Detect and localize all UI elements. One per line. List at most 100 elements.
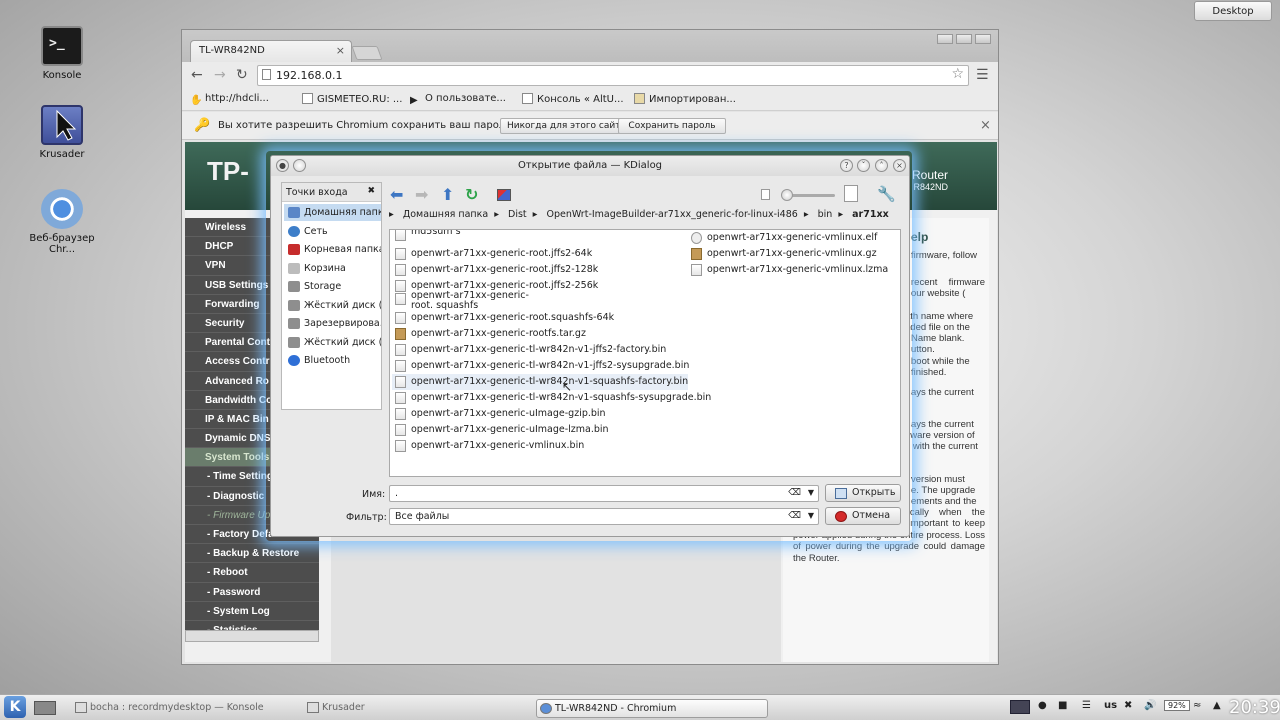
router-menu-item[interactable]: - Reboot xyxy=(185,563,319,583)
dialog-titlebar[interactable]: ● Открытие файла — KDialog ? ˇ ˄ × xyxy=(271,156,909,176)
clock[interactable]: 20:39 xyxy=(1229,697,1280,718)
clear-text-icon[interactable]: ⌫ xyxy=(788,488,801,498)
file-item[interactable]: openwrt-ar71xx-generic-root.jffs2-128k xyxy=(392,262,598,278)
file-item[interactable]: openwrt-ar71xx-generic-root. squashfs xyxy=(392,291,542,311)
never-for-site-button[interactable]: Никогда для этого сайта xyxy=(500,118,633,134)
task-krusader[interactable]: Krusader xyxy=(304,699,371,718)
breadcrumb-item[interactable]: bin xyxy=(818,209,833,220)
breadcrumb-item-current[interactable]: ar71xx xyxy=(852,209,889,220)
battery-indicator[interactable]: 92% xyxy=(1164,700,1190,711)
home-folder-icon xyxy=(288,207,300,218)
router-menu-item[interactable]: - Password xyxy=(185,583,319,602)
kde-menu-icon[interactable]: K xyxy=(4,696,26,718)
file-item[interactable]: openwrt-ar71xx-generic-tl-wr842n-v1-jffs… xyxy=(392,358,689,374)
zoom-slider-handle[interactable] xyxy=(781,189,793,201)
router-menu-item[interactable]: - System Log xyxy=(185,602,319,621)
tab-close-icon[interactable]: × xyxy=(336,44,345,57)
places-close-icon[interactable]: ✖ xyxy=(367,186,375,196)
place-item[interactable]: Домашняя папка xyxy=(284,204,381,221)
notifications-icon[interactable]: ● xyxy=(1038,700,1047,711)
options-wrench-icon[interactable]: 🔧 xyxy=(877,185,896,203)
screen-icon[interactable] xyxy=(1010,700,1030,714)
address-bar[interactable]: 192.168.0.1 ☆ xyxy=(257,65,969,86)
file-item[interactable]: openwrt-ar71xx-generic-tl-wr842n-v1-squa… xyxy=(392,374,689,390)
bookmark-item[interactable]: ✋ http://hdcli... xyxy=(190,93,269,106)
back-icon[interactable]: ⬅ xyxy=(390,185,403,204)
show-desktop-icon[interactable] xyxy=(34,701,56,715)
menu-icon[interactable]: ☰ xyxy=(976,67,989,83)
minimize-button[interactable] xyxy=(937,34,953,44)
maximize-button[interactable] xyxy=(956,34,972,44)
file-item[interactable]: openwrt-ar71xx-generic-uImage-gzip.bin xyxy=(392,406,606,422)
filter-select[interactable]: Все файлы ⌫ ▼ xyxy=(389,508,819,525)
filename-input[interactable]: . ⌫ ▼ xyxy=(389,485,819,502)
cancel-button[interactable]: Отмена xyxy=(825,507,901,525)
file-item[interactable]: openwrt-ar71xx-generic-vmlinux.bin xyxy=(392,438,584,454)
file-item[interactable]: openwrt-ar71xx-generic-rootfs.tar.gz xyxy=(392,326,586,342)
audio-icon[interactable]: ■ xyxy=(1058,700,1067,711)
desktop-icon-konsole[interactable]: >_ Konsole xyxy=(17,26,107,81)
bookmark-item[interactable]: GISMETEO.RU: ... xyxy=(302,93,402,105)
infobar-close-icon[interactable]: × xyxy=(980,118,991,133)
place-item[interactable]: Корневая папка xyxy=(284,241,381,258)
desktop-icon-chromium[interactable]: Веб-браузер Chr... xyxy=(17,189,107,255)
open-button[interactable]: Открыть xyxy=(825,484,901,502)
place-item[interactable]: Корзина xyxy=(284,260,381,277)
file-item[interactable]: openwrt-ar71xx-generic-tl-wr842n-v1-jffs… xyxy=(392,342,666,358)
file-item[interactable]: openwrt-ar71xx-generic-vmlinux.gz xyxy=(688,246,877,262)
file-item[interactable]: openwrt-ar71xx-generic-root.jffs2-64k xyxy=(392,246,592,262)
volume-icon[interactable]: 🔊 xyxy=(1144,700,1156,711)
minimize-icon[interactable]: ˇ xyxy=(857,159,870,172)
desktop-button[interactable]: Desktop xyxy=(1194,1,1272,21)
close-window-button[interactable] xyxy=(975,34,991,44)
back-icon[interactable]: ← xyxy=(191,67,203,83)
place-item[interactable]: Сеть xyxy=(284,223,381,240)
place-item[interactable]: Storage xyxy=(284,278,381,295)
file-item[interactable]: openwrt-ar71xx-generic-uImage-lzma.bin xyxy=(392,422,609,438)
breadcrumb-item[interactable]: OpenWrt-ImageBuilder-ar71xx_generic-for-… xyxy=(546,209,797,220)
reload-icon[interactable]: ↻ xyxy=(465,185,478,204)
task-konsole[interactable]: bocha : recordmydesktop — Konsole xyxy=(72,699,270,718)
file-item[interactable]: openwrt-ar71xx-generic-tl-wr842n-v1-squa… xyxy=(392,390,711,406)
task-chromium[interactable]: TL-WR842ND - Chromium xyxy=(536,699,768,718)
forward-icon[interactable]: → xyxy=(214,67,226,83)
bookmark-item[interactable]: Консоль « AltU... xyxy=(522,93,624,105)
browser-tab[interactable]: TL-WR842ND × xyxy=(190,40,352,62)
breadcrumb-item[interactable]: Dist xyxy=(508,209,527,220)
menu-horizontal-scrollbar[interactable] xyxy=(185,630,319,642)
wifi-icon[interactable]: ≈ xyxy=(1193,700,1201,711)
breadcrumb-item[interactable]: Домашняя папка xyxy=(403,209,488,220)
save-password-button[interactable]: Сохранить пароль xyxy=(618,118,726,134)
up-icon[interactable]: ⬆ xyxy=(441,185,454,204)
place-item[interactable]: Жёсткий диск (... xyxy=(284,297,381,314)
forward-icon[interactable]: ➡ xyxy=(415,185,428,204)
file-item[interactable]: openwrt-ar71xx-generic-vmlinux.elf xyxy=(688,230,877,246)
close-icon[interactable]: × xyxy=(893,159,906,172)
keyboard-layout[interactable]: us xyxy=(1104,700,1117,711)
network-status-icon[interactable]: ✖ xyxy=(1124,700,1132,711)
clear-text-icon[interactable]: ⌫ xyxy=(788,511,801,521)
preview-icon[interactable] xyxy=(497,189,511,201)
chevron-down-icon[interactable]: ▼ xyxy=(808,511,814,520)
place-item[interactable]: Жёсткий диск (... xyxy=(284,334,381,351)
bookmark-favicon-icon xyxy=(522,93,533,104)
place-item[interactable]: Bluetooth xyxy=(284,352,381,369)
desktop-icon-krusader[interactable]: Krusader xyxy=(17,105,107,160)
router-menu-item[interactable]: - Backup & Restore xyxy=(185,544,319,564)
file-item[interactable]: md5sum s xyxy=(392,230,542,247)
place-item[interactable]: Зарезервирова... xyxy=(284,315,381,332)
maximize-icon[interactable]: ˄ xyxy=(875,159,888,172)
reload-icon[interactable]: ↻ xyxy=(236,67,248,83)
zoom-slider[interactable] xyxy=(781,189,835,201)
bookmark-star-icon[interactable]: ☆ xyxy=(951,66,964,82)
file-item[interactable]: openwrt-ar71xx-generic-vmlinux.lzma xyxy=(688,262,888,278)
clipboard-icon[interactable]: ☰ xyxy=(1082,700,1091,711)
file-item[interactable]: openwrt-ar71xx-generic-root.squashfs-64k xyxy=(392,310,614,326)
chevron-down-icon[interactable]: ▼ xyxy=(808,488,814,497)
page-icon xyxy=(262,69,271,80)
tray-expand-icon[interactable]: ▲ xyxy=(1213,700,1221,711)
bookmark-item[interactable]: ▶ О пользовате... xyxy=(410,93,506,106)
help-icon[interactable]: ? xyxy=(840,159,853,172)
bookmark-item[interactable]: Импортирован... xyxy=(634,93,736,105)
new-tab-button[interactable] xyxy=(351,46,383,60)
